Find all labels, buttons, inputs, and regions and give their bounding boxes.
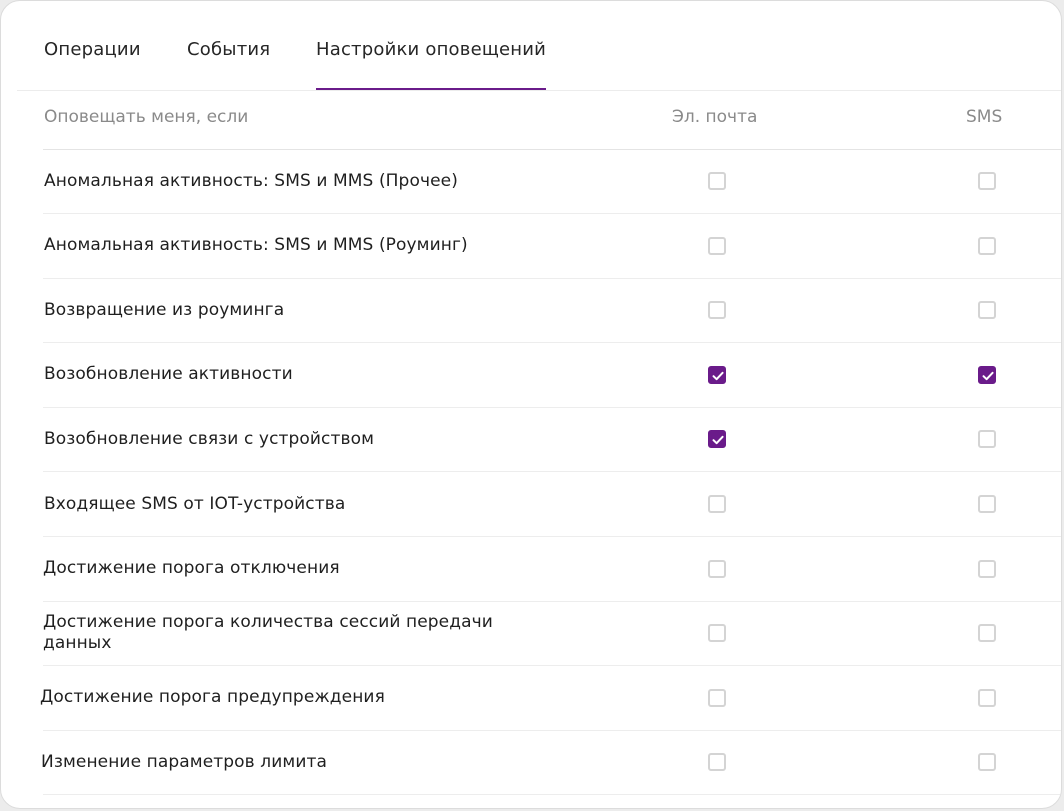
row-label: Возобновление активности <box>44 364 293 385</box>
email-checkbox[interactable] <box>708 495 726 513</box>
tab-bar: Операции События Настройки оповещений <box>1 1 1061 91</box>
table-row: Входящее SMS от IOT-устройства <box>1 472 1061 537</box>
sms-checkbox[interactable] <box>978 753 996 772</box>
email-checkbox[interactable] <box>708 624 726 643</box>
sms-checkbox[interactable] <box>978 624 996 643</box>
sms-checkbox[interactable] <box>978 559 996 578</box>
row-label: Аномальная активность: SMS и MMS (Роумин… <box>44 235 468 256</box>
column-header-email: Эл. почта <box>672 107 758 127</box>
sms-checkbox[interactable] <box>978 365 996 384</box>
email-checkbox[interactable] <box>708 688 726 707</box>
row-label: Изменение параметров лимита <box>41 751 327 772</box>
table-row: Аномальная активность: SMS и MMS (Роумин… <box>1 214 1061 279</box>
table-row: Изменение параметров лимита <box>1 730 1061 796</box>
row-label: Возобновление связи с устройством <box>44 428 375 449</box>
sms-checkbox[interactable] <box>978 172 996 190</box>
sms-checkbox[interactable] <box>978 495 996 513</box>
email-checkbox[interactable] <box>708 753 726 772</box>
email-checkbox[interactable] <box>708 301 726 320</box>
row-label: Достижение порога количества сессий пере… <box>43 612 493 654</box>
table-row: Достижение порога предупреждения <box>1 666 1061 731</box>
column-header-sms: SMS <box>966 107 1003 127</box>
table-row: Достижение порога количества сессий пере… <box>1 601 1061 667</box>
column-header-condition: Оповещать меня, если <box>44 107 249 127</box>
table-row: Аномальная активность: SMS и MMS (Прочее… <box>1 149 1061 214</box>
checkmark-icon <box>982 371 994 380</box>
email-checkbox[interactable] <box>708 430 726 449</box>
row-label: Достижение порога отключения <box>43 558 340 579</box>
row-label: Входящее SMS от IOT-устройства <box>44 493 346 514</box>
email-checkbox[interactable] <box>708 172 726 190</box>
email-checkbox[interactable] <box>708 236 726 255</box>
row-label: Аномальная активность: SMS и MMS (Прочее… <box>44 170 458 191</box>
email-checkbox[interactable] <box>708 559 726 578</box>
checkmark-icon <box>712 371 724 380</box>
row-divider <box>43 794 1061 796</box>
table-row: Возвращение из роуминга <box>1 278 1061 344</box>
tabs-divider <box>17 90 1061 91</box>
sms-checkbox[interactable] <box>978 688 996 707</box>
table-row: Возобновление активности <box>1 343 1061 408</box>
notification-settings-card: Операции События Настройки оповещений Оп… <box>0 0 1062 809</box>
table-row: Возобновление связи с устройством <box>1 407 1061 473</box>
checkmark-icon <box>712 436 724 445</box>
tab-notification-settings[interactable]: Настройки оповещений <box>316 39 547 90</box>
table-row: Достижение порога отключения <box>1 537 1061 602</box>
tab-events[interactable]: События <box>187 39 270 60</box>
sms-checkbox[interactable] <box>978 236 996 255</box>
email-checkbox[interactable] <box>708 365 726 384</box>
sms-checkbox[interactable] <box>978 430 996 449</box>
sms-checkbox[interactable] <box>978 301 996 320</box>
row-label: Возвращение из роуминга <box>44 299 285 320</box>
tab-operations[interactable]: Операции <box>44 39 141 60</box>
row-label: Достижение порога предупреждения <box>40 687 385 708</box>
